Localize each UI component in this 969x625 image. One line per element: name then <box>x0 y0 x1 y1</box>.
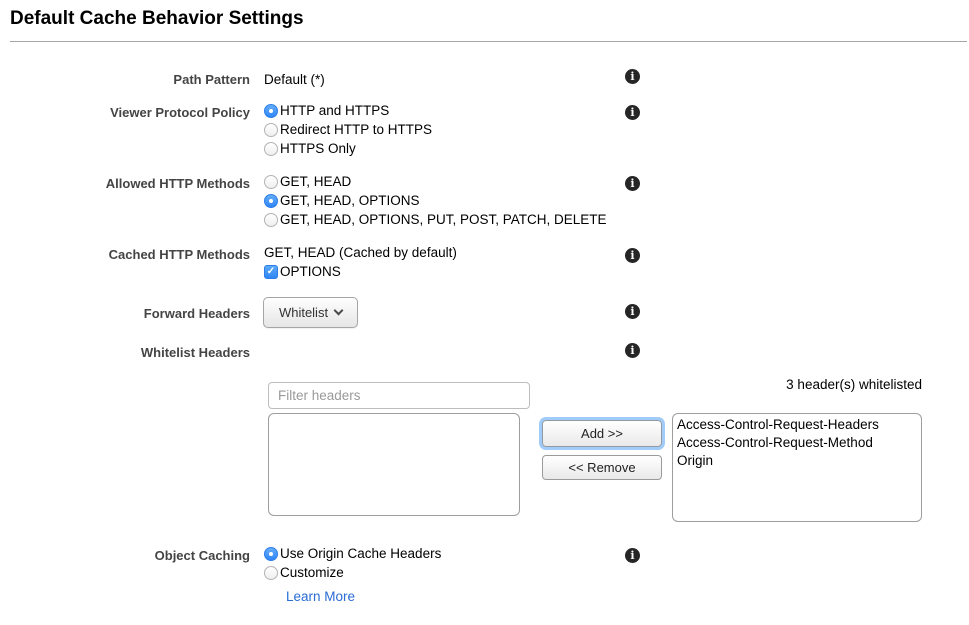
forward-headers-selected-value: Whitelist <box>279 305 328 320</box>
remove-button[interactable]: << Remove <box>542 455 662 480</box>
forward-headers-label: Forward Headers <box>0 305 250 322</box>
chevron-down-icon <box>334 306 344 316</box>
radio-option-label: GET, HEAD <box>280 174 351 189</box>
radio-option-get-head-options[interactable]: GET, HEAD, OPTIONS <box>264 191 607 210</box>
cached-http-methods-info-icon[interactable]: i <box>625 248 640 263</box>
radio-checked-icon[interactable] <box>264 547 278 561</box>
allowed-http-methods-label: Allowed HTTP Methods <box>0 175 250 192</box>
radio-option-label: GET, HEAD, OPTIONS <box>280 193 420 208</box>
viewer-protocol-policy-info-icon[interactable]: i <box>625 105 640 120</box>
path-pattern-value-wrap: Default (*) <box>264 70 325 89</box>
path-pattern-info-icon[interactable]: i <box>625 69 640 84</box>
radio-unchecked-icon[interactable] <box>264 566 278 580</box>
radio-option-use-origin-cache-headers[interactable]: Use Origin Cache Headers <box>264 544 441 563</box>
forward-headers-dropdown[interactable]: Whitelist <box>263 297 358 328</box>
cached-default-methods-text: GET, HEAD (Cached by default) <box>264 243 457 262</box>
checkbox-checked-icon[interactable]: ✓ <box>264 265 278 279</box>
whitelist-headers-info-icon[interactable]: i <box>625 343 640 358</box>
add-button[interactable]: Add >> <box>542 420 662 447</box>
whitelist-headers-label: Whitelist Headers <box>0 344 250 361</box>
radio-option-all-methods[interactable]: GET, HEAD, OPTIONS, PUT, POST, PATCH, DE… <box>264 210 607 229</box>
path-pattern-value: Default (*) <box>264 70 325 89</box>
filter-headers-input[interactable] <box>268 382 530 409</box>
list-item[interactable]: Access-Control-Request-Headers <box>673 416 921 434</box>
radio-option-https-only[interactable]: HTTPS Only <box>264 139 432 158</box>
radio-option-label: HTTPS Only <box>280 141 356 156</box>
whitelisted-headers-listbox[interactable]: Access-Control-Request-Headers Access-Co… <box>672 413 922 522</box>
path-pattern-label: Path Pattern <box>0 71 250 88</box>
radio-unchecked-icon[interactable] <box>264 142 278 156</box>
default-cache-behavior-settings-panel: Default Cache Behavior Settings Path Pat… <box>0 0 969 625</box>
page-title: Default Cache Behavior Settings <box>10 8 304 30</box>
learn-more-link[interactable]: Learn More <box>286 589 355 604</box>
radio-option-label: GET, HEAD, OPTIONS, PUT, POST, PATCH, DE… <box>280 212 607 227</box>
radio-option-redirect-http-to-https[interactable]: Redirect HTTP to HTTPS <box>264 120 432 139</box>
object-caching-info-icon[interactable]: i <box>625 548 640 563</box>
radio-checked-icon[interactable] <box>264 194 278 208</box>
viewer-protocol-policy-options: HTTP and HTTPS Redirect HTTP to HTTPS HT… <box>264 101 432 158</box>
list-item[interactable]: Access-Control-Request-Method <box>673 434 921 452</box>
checkbox-option-options-method[interactable]: ✓ OPTIONS <box>264 262 457 281</box>
forward-headers-info-icon[interactable]: i <box>625 304 640 319</box>
radio-option-label: Redirect HTTP to HTTPS <box>280 122 432 137</box>
radio-option-customize[interactable]: Customize <box>264 563 441 582</box>
radio-unchecked-icon[interactable] <box>264 213 278 227</box>
viewer-protocol-policy-label: Viewer Protocol Policy <box>0 104 250 121</box>
radio-unchecked-icon[interactable] <box>264 175 278 189</box>
radio-option-label: HTTP and HTTPS <box>280 103 389 118</box>
allowed-http-methods-options: GET, HEAD GET, HEAD, OPTIONS GET, HEAD, … <box>264 172 607 229</box>
cached-http-methods-content: GET, HEAD (Cached by default) ✓ OPTIONS <box>264 243 457 281</box>
radio-checked-icon[interactable] <box>264 104 278 118</box>
title-divider <box>10 41 967 42</box>
cached-http-methods-label: Cached HTTP Methods <box>0 246 250 263</box>
object-caching-options: Use Origin Cache Headers Customize <box>264 544 441 582</box>
radio-unchecked-icon[interactable] <box>264 123 278 137</box>
checkbox-option-label: OPTIONS <box>280 264 341 279</box>
available-headers-listbox[interactable] <box>268 413 520 516</box>
radio-option-http-and-https[interactable]: HTTP and HTTPS <box>264 101 432 120</box>
whitelisted-count-text: 3 header(s) whitelisted <box>640 377 922 392</box>
radio-option-get-head[interactable]: GET, HEAD <box>264 172 607 191</box>
radio-option-label: Customize <box>280 565 344 580</box>
list-item[interactable]: Origin <box>673 452 921 470</box>
object-caching-label: Object Caching <box>0 547 250 564</box>
allowed-http-methods-info-icon[interactable]: i <box>625 176 640 191</box>
radio-option-label: Use Origin Cache Headers <box>280 546 441 561</box>
